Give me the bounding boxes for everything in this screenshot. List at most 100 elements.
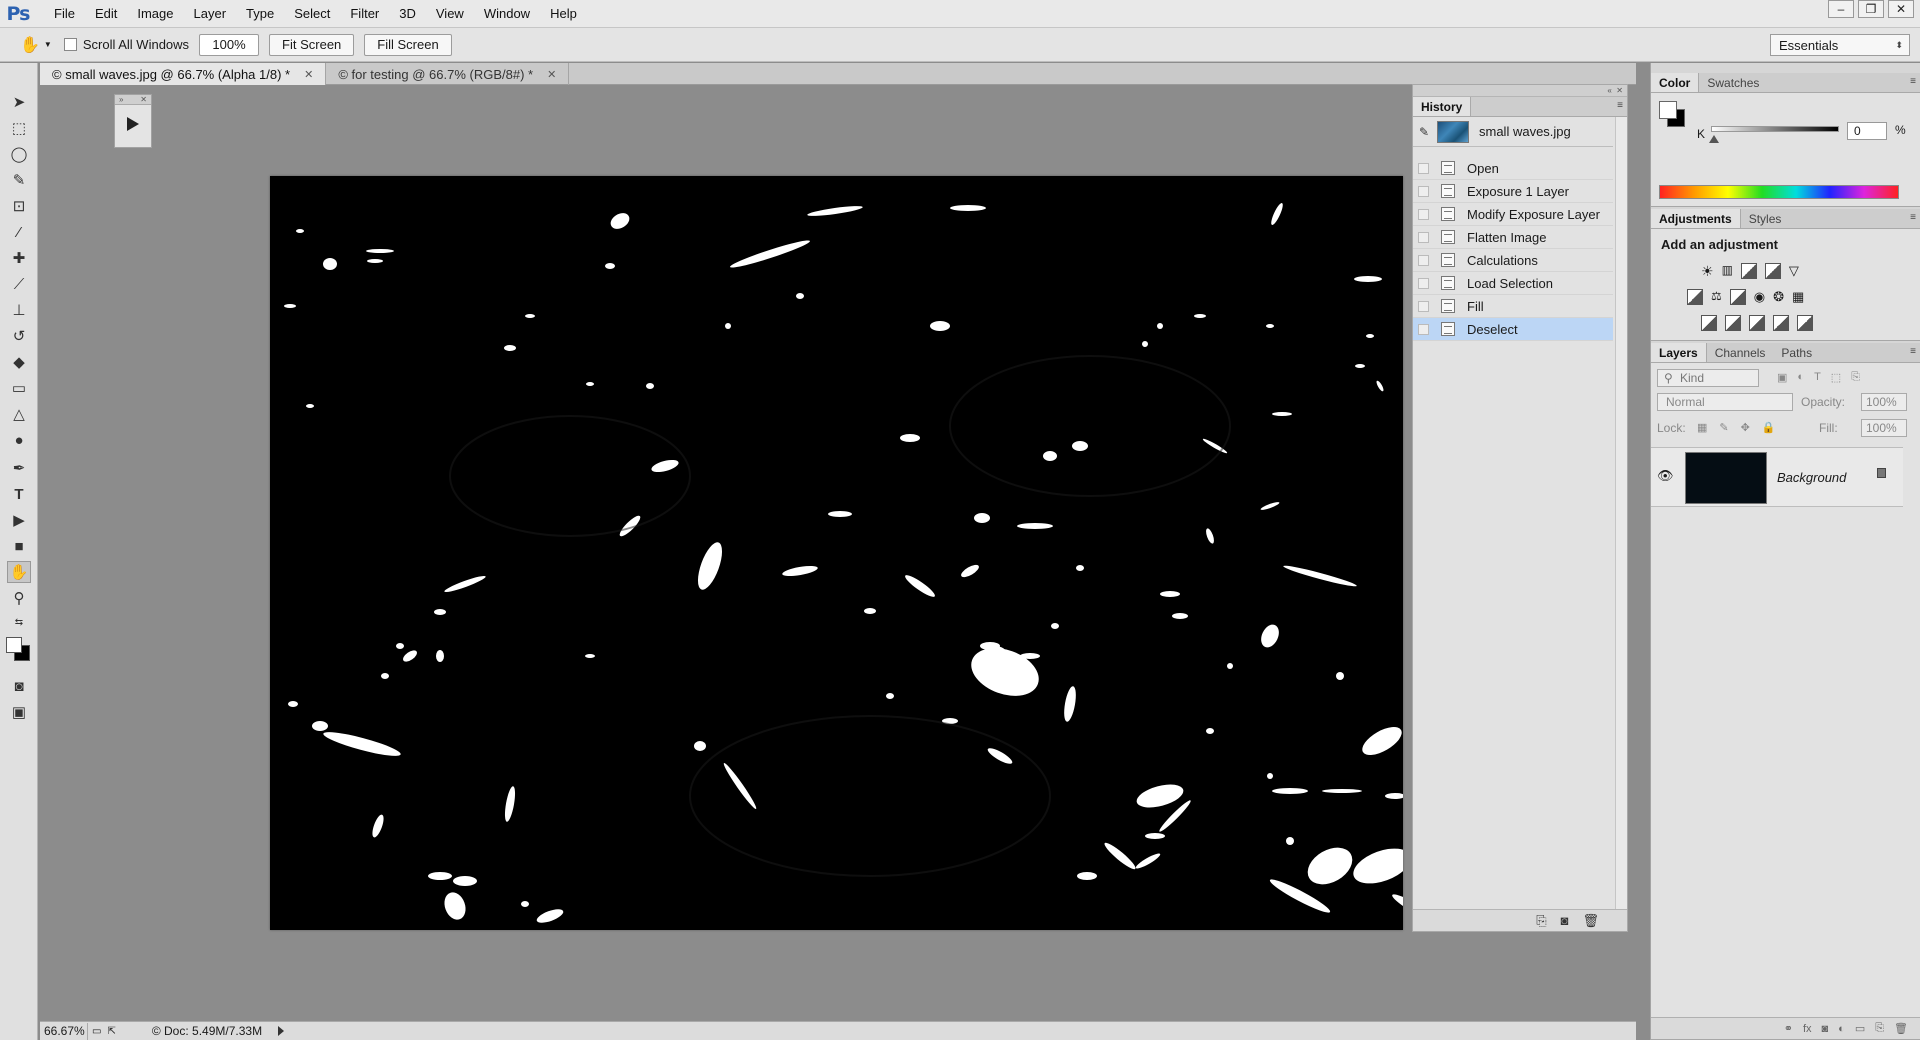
blur-tool-icon[interactable]: △ bbox=[7, 403, 31, 425]
lock-all-icon[interactable]: 🔒 bbox=[1762, 421, 1776, 434]
filter-adjustment-icon[interactable]: ◐ bbox=[1797, 371, 1804, 384]
menu-edit[interactable]: Edit bbox=[85, 0, 127, 28]
minimize-button[interactable]: – bbox=[1828, 0, 1854, 18]
quick-mask-icon[interactable]: ◙ bbox=[7, 675, 31, 697]
close-icon[interactable]: ✕ bbox=[547, 68, 556, 81]
panel-menu-icon[interactable]: ≡ bbox=[1617, 100, 1623, 111]
history-brush-box[interactable] bbox=[1418, 162, 1429, 174]
close-icon[interactable]: ✕ bbox=[304, 68, 313, 81]
posterize-icon[interactable] bbox=[1725, 315, 1741, 331]
history-brush-box[interactable] bbox=[1418, 231, 1429, 243]
filter-pixel-icon[interactable]: ▣ bbox=[1777, 371, 1787, 384]
collapse-icon[interactable]: » bbox=[119, 95, 123, 104]
k-slider-track[interactable] bbox=[1711, 126, 1839, 132]
tab-channels[interactable]: Channels bbox=[1707, 343, 1774, 362]
color-lookup-icon[interactable]: ▦ bbox=[1792, 289, 1804, 305]
exposure-icon[interactable] bbox=[1764, 263, 1781, 279]
k-value-input[interactable]: 0 bbox=[1847, 122, 1887, 140]
filter-smart-object-icon[interactable]: ⎘ bbox=[1851, 371, 1860, 384]
status-zoom-level[interactable]: 66.67% bbox=[40, 1022, 88, 1040]
trash-icon[interactable]: 🗑 bbox=[1582, 913, 1599, 929]
black-white-icon[interactable] bbox=[1729, 289, 1746, 305]
history-item-modify-exposure-layer[interactable]: Modify Exposure Layer bbox=[1413, 203, 1613, 226]
curves-icon[interactable] bbox=[1740, 263, 1757, 279]
blend-mode-select[interactable]: Normal bbox=[1657, 393, 1793, 411]
add-mask-icon[interactable]: ◙ bbox=[1822, 1023, 1829, 1035]
layer-row-background[interactable]: 👁 Background bbox=[1651, 447, 1903, 507]
history-item-load-selection[interactable]: Load Selection bbox=[1413, 272, 1613, 295]
menu-layer[interactable]: Layer bbox=[184, 0, 237, 28]
vibrance-icon[interactable]: ▽ bbox=[1789, 263, 1799, 280]
play-icon[interactable] bbox=[127, 117, 139, 131]
dodge-tool-icon[interactable]: ● bbox=[7, 429, 31, 451]
zoom-100-button[interactable]: 100% bbox=[199, 33, 260, 56]
threshold-icon[interactable] bbox=[1749, 315, 1765, 331]
menu-image[interactable]: Image bbox=[127, 0, 183, 28]
marquee-tool-icon[interactable]: ⬚ bbox=[7, 117, 31, 139]
close-button[interactable]: ✕ bbox=[1888, 0, 1914, 18]
history-brush-tool-icon[interactable]: ↺ bbox=[7, 325, 31, 347]
close-icon[interactable]: ✕ bbox=[140, 95, 147, 104]
fill-screen-button[interactable]: Fill Screen bbox=[364, 33, 452, 56]
new-document-from-state-icon[interactable]: ⎘ bbox=[1536, 913, 1546, 929]
layer-filter-kind-select[interactable]: Kind ⚲ bbox=[1657, 369, 1759, 387]
lasso-tool-icon[interactable]: ◯ bbox=[7, 143, 31, 165]
swap-colors-icon[interactable]: ⇆ bbox=[7, 611, 31, 633]
lock-position-icon[interactable]: ✥ bbox=[1741, 421, 1750, 434]
clone-stamp-tool-icon[interactable]: ⊥ bbox=[7, 299, 31, 321]
color-spectrum-ramp[interactable] bbox=[1659, 185, 1899, 199]
crop-tool-icon[interactable]: ⊡ bbox=[7, 195, 31, 217]
tab-swatches[interactable]: Swatches bbox=[1699, 73, 1767, 92]
type-tool-icon[interactable]: T bbox=[7, 483, 31, 505]
color-balance-icon[interactable]: ⚖ bbox=[1711, 289, 1722, 305]
trash-icon[interactable]: 🗑 bbox=[1894, 1022, 1908, 1035]
history-item-calculations[interactable]: Calculations bbox=[1413, 249, 1613, 272]
levels-icon[interactable]: ▥ bbox=[1722, 263, 1733, 280]
menu-view[interactable]: View bbox=[426, 0, 474, 28]
lock-transparent-icon[interactable]: ▦ bbox=[1697, 421, 1707, 434]
new-adjustment-icon[interactable]: ◐ bbox=[1838, 1023, 1845, 1035]
fit-screen-button[interactable]: Fit Screen bbox=[269, 33, 355, 56]
screen-mode-icon[interactable]: ▣ bbox=[7, 701, 31, 723]
menu-select[interactable]: Select bbox=[284, 0, 340, 28]
gradient-map-icon[interactable] bbox=[1797, 315, 1813, 331]
menu-file[interactable]: File bbox=[44, 0, 85, 28]
channel-mixer-icon[interactable]: ❂ bbox=[1773, 289, 1784, 305]
hand-tool-icon[interactable]: ✋ bbox=[20, 35, 40, 55]
fx-icon[interactable]: fx bbox=[1803, 1023, 1812, 1035]
menu-help[interactable]: Help bbox=[540, 0, 587, 28]
history-brush-source-icon[interactable]: ✎ bbox=[1419, 125, 1429, 139]
eraser-tool-icon[interactable]: ◆ bbox=[7, 351, 31, 373]
gradient-tool-icon[interactable]: ▭ bbox=[7, 377, 31, 399]
history-item-open[interactable]: Open bbox=[1413, 157, 1613, 180]
menu-filter[interactable]: Filter bbox=[340, 0, 389, 28]
new-layer-icon[interactable]: ⎘ bbox=[1875, 1022, 1884, 1035]
filter-type-icon[interactable]: T bbox=[1814, 371, 1821, 384]
status-menu-arrow-icon[interactable] bbox=[278, 1026, 285, 1036]
history-brush-box[interactable] bbox=[1418, 254, 1429, 266]
link-layers-icon[interactable]: ⚭ bbox=[1784, 1022, 1793, 1035]
k-slider-thumb[interactable] bbox=[1709, 135, 1719, 143]
restore-button[interactable]: ❐ bbox=[1858, 0, 1884, 18]
eye-visibility-icon[interactable]: 👁 bbox=[1657, 468, 1674, 484]
tab-paths[interactable]: Paths bbox=[1773, 343, 1820, 362]
hue-saturation-icon[interactable] bbox=[1687, 289, 1703, 305]
fill-input[interactable]: 100% bbox=[1861, 419, 1907, 437]
move-tool-icon[interactable]: ➤ bbox=[7, 91, 31, 113]
brush-tool-icon[interactable]: ⟋ bbox=[7, 273, 31, 295]
document-canvas[interactable] bbox=[270, 176, 1403, 930]
foreground-color-swatch[interactable] bbox=[1659, 101, 1677, 119]
history-snapshot[interactable]: ✎ small waves.jpg bbox=[1413, 117, 1613, 147]
camera-snapshot-icon[interactable]: ◙ bbox=[1561, 913, 1569, 928]
menu-window[interactable]: Window bbox=[474, 0, 540, 28]
history-brush-box[interactable] bbox=[1418, 323, 1429, 335]
history-brush-box[interactable] bbox=[1418, 300, 1429, 312]
quick-selection-tool-icon[interactable]: ✎ bbox=[7, 169, 31, 191]
history-item-exposure-1-layer[interactable]: Exposure 1 Layer bbox=[1413, 180, 1613, 203]
tab-small-waves[interactable]: © small waves.jpg @ 66.7% (Alpha 1/8) * ✕ bbox=[40, 63, 327, 85]
invert-icon[interactable] bbox=[1701, 315, 1717, 331]
tab-styles[interactable]: Styles bbox=[1741, 209, 1790, 228]
hand-tool-icon[interactable]: ✋ bbox=[7, 561, 31, 583]
healing-brush-tool-icon[interactable]: ✚ bbox=[7, 247, 31, 269]
panel-collapse-bar[interactable]: « ✕ bbox=[1413, 85, 1627, 97]
